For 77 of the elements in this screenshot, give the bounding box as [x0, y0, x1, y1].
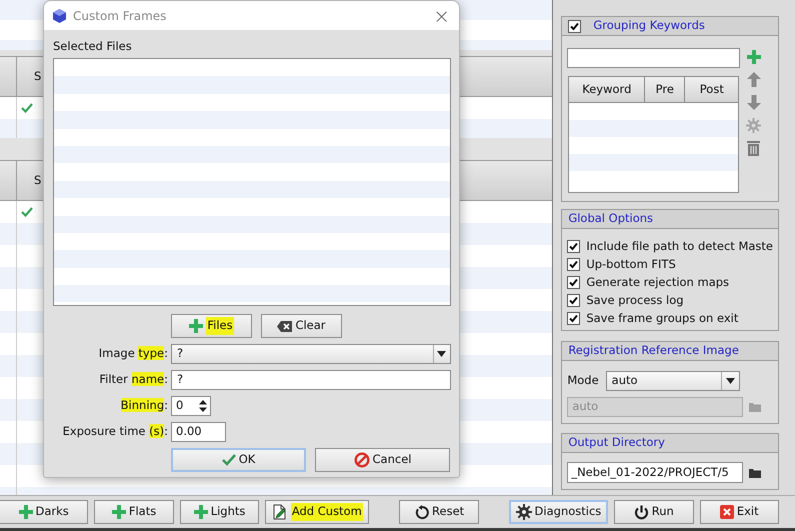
list-row[interactable]: [54, 250, 450, 268]
plus-icon: [194, 505, 208, 519]
field-label: Filter name:: [98, 371, 168, 388]
file-pencil-icon: [272, 504, 288, 520]
down-arrow-icon: [746, 95, 761, 110]
checkbox[interactable]: [567, 240, 580, 253]
checkbox[interactable]: [568, 20, 582, 32]
gear-icon: [746, 118, 762, 133]
stepper-icon: [198, 398, 208, 414]
field-label: Binning:: [120, 397, 168, 414]
checkbox-label: Save process log: [586, 292, 684, 309]
action-button[interactable]: Add Custom: [265, 500, 370, 524]
action-button[interactable]: Cancel: [315, 448, 450, 472]
table-row[interactable]: [569, 120, 738, 137]
spin-box[interactable]: 0: [171, 396, 211, 416]
column-header[interactable]: Keyword: [569, 77, 646, 102]
checkbox[interactable]: [567, 258, 580, 271]
action-button[interactable]: Reset: [399, 500, 479, 524]
checkbox-label: Generate rejection maps: [586, 274, 730, 291]
list-row[interactable]: [54, 146, 450, 164]
mode-dropdown[interactable]: auto: [606, 371, 740, 391]
input-field[interactable]: ?: [171, 370, 451, 390]
folder-icon: [749, 468, 762, 478]
checkbox-label: Up-bottom FITS: [586, 256, 676, 273]
checkbox[interactable]: [567, 312, 580, 325]
cancel-icon: [354, 452, 370, 468]
close-button[interactable]: ×: [433, 6, 450, 26]
reset-icon: [414, 504, 430, 520]
list-row[interactable]: [54, 216, 450, 233]
action-button[interactable]: Lights: [180, 500, 260, 524]
checkbox[interactable]: [567, 294, 580, 307]
up-arrow-icon: [746, 72, 761, 87]
check-icon: [222, 454, 236, 466]
field-label: Exposure time (s):: [62, 423, 168, 440]
check-icon: [21, 207, 33, 217]
action-button[interactable]: Darks: [0, 500, 88, 524]
action-button[interactable]: Run: [614, 500, 694, 524]
dropdown[interactable]: ?: [171, 344, 451, 364]
checkbox[interactable]: [567, 276, 580, 289]
group-title: Grouping Keywords: [593, 17, 705, 34]
list-row[interactable]: [54, 111, 450, 129]
group-title: Global Options: [568, 210, 654, 228]
section-label: Selected Files: [53, 38, 132, 53]
window-title: Custom Frames: [73, 8, 168, 24]
action-button[interactable]: Flats: [94, 500, 174, 524]
trash-icon: [747, 141, 760, 156]
action-button[interactable]: Files: [171, 314, 252, 338]
input-field[interactable]: 0.00: [171, 422, 226, 442]
checkbox-label: Save frame groups on exit: [586, 310, 738, 327]
plus-icon: [189, 319, 204, 333]
folder-icon: [749, 402, 762, 412]
close-icon: [720, 505, 734, 519]
action-button[interactable]: Exit: [700, 500, 779, 524]
group-title: Output Directory: [568, 434, 665, 452]
field-label: Image type:: [98, 345, 168, 362]
input-field[interactable]: [567, 48, 740, 68]
directory-field[interactable]: _Nebel_01-2022/PROJECT/5: [567, 462, 744, 483]
check-icon: [21, 103, 33, 113]
action-button[interactable]: OK: [171, 448, 306, 472]
gear-icon: [516, 504, 532, 520]
checkbox-label: Include file path to detect Maste: [586, 238, 773, 255]
column-header[interactable]: Post: [685, 77, 738, 102]
power-icon: [634, 504, 649, 520]
field-label: Mode: [567, 372, 599, 390]
plus-icon: [112, 505, 126, 519]
action-button[interactable]: Diagnostics: [508, 500, 608, 524]
list-row[interactable]: [54, 180, 450, 198]
eraser-icon: [277, 320, 292, 332]
gem-icon: [53, 8, 66, 22]
table-row[interactable]: [569, 154, 738, 171]
group-title: Registration Reference Image: [568, 342, 739, 360]
plus-icon: [746, 50, 761, 64]
column-header[interactable]: Pre: [645, 77, 686, 102]
list-row[interactable]: [54, 76, 450, 94]
plus-icon: [18, 505, 32, 519]
list-row[interactable]: [54, 285, 450, 302]
action-button[interactable]: Clear: [261, 314, 342, 338]
